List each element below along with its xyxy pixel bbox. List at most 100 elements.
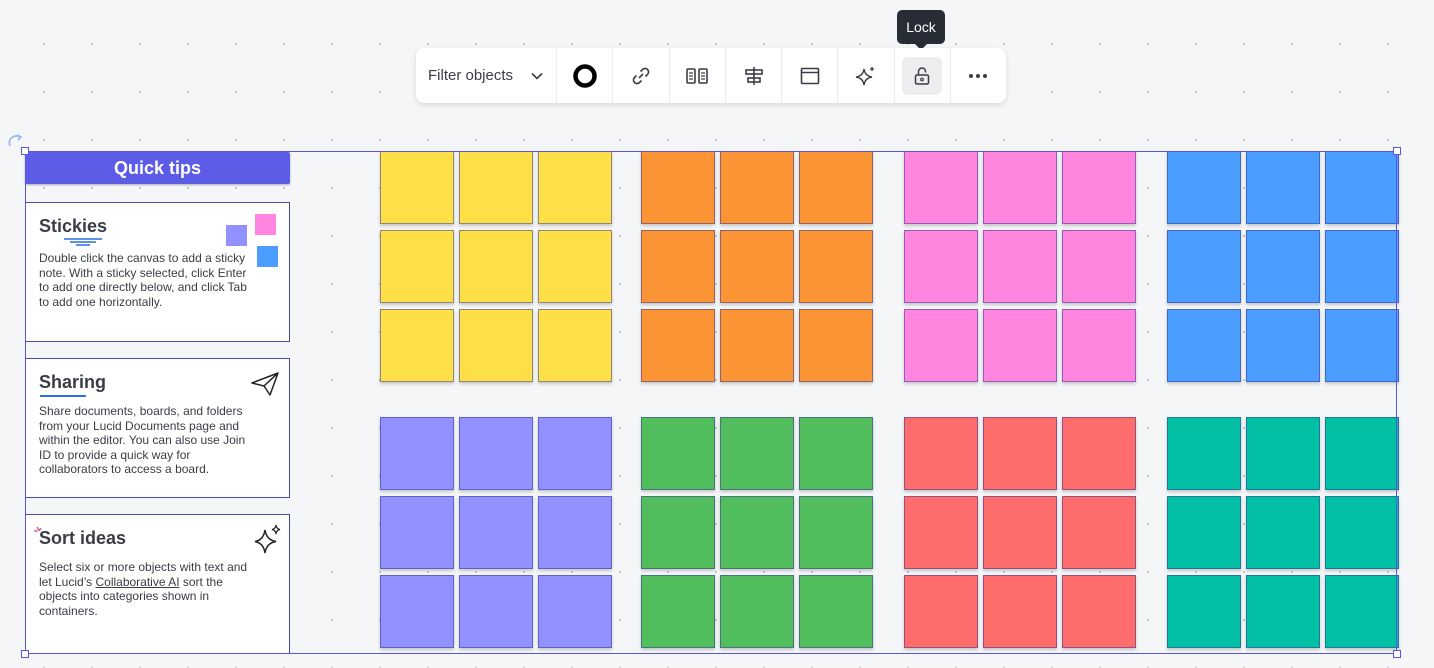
- sticky-note[interactable]: [1167, 417, 1241, 490]
- sticky-note[interactable]: [538, 417, 612, 490]
- sticky-note[interactable]: [1246, 575, 1320, 648]
- collaborative-ai-link[interactable]: Collaborative AI: [95, 575, 179, 589]
- sticky-note[interactable]: [720, 417, 794, 490]
- unlock-icon: [914, 66, 930, 85]
- sticky-note[interactable]: [799, 230, 873, 303]
- resize-handle-bottom-left[interactable]: [21, 650, 29, 658]
- sticky-note[interactable]: [1325, 496, 1399, 569]
- sticky-note[interactable]: [983, 417, 1057, 490]
- sticky-note[interactable]: [380, 417, 454, 490]
- sticky-note[interactable]: [1246, 230, 1320, 303]
- sticky-note[interactable]: [1167, 230, 1241, 303]
- sticky-note[interactable]: [904, 417, 978, 490]
- sticky-note[interactable]: [720, 309, 794, 382]
- sticky-note[interactable]: [720, 575, 794, 648]
- sticky-note[interactable]: [1062, 575, 1136, 648]
- sticky-note[interactable]: [1062, 496, 1136, 569]
- sticky-note[interactable]: [641, 309, 715, 382]
- quick-tips-header[interactable]: Quick tips: [25, 152, 290, 184]
- sticky-note[interactable]: [799, 309, 873, 382]
- sticky-note[interactable]: [1325, 151, 1399, 224]
- sticky-note[interactable]: [1325, 417, 1399, 490]
- sticky-note[interactable]: [1167, 575, 1241, 648]
- sticky-note[interactable]: [538, 496, 612, 569]
- tip-card-sharing[interactable]: Sharing Share documents, boards, and fol…: [25, 358, 290, 498]
- sticky-note[interactable]: [459, 417, 533, 490]
- filter-objects-dropdown[interactable]: Filter objects: [416, 48, 558, 103]
- sticky-note[interactable]: [641, 151, 715, 224]
- distribute-columns-button[interactable]: [670, 48, 726, 103]
- sticky-note[interactable]: [904, 151, 978, 224]
- sticky-note[interactable]: [1325, 309, 1399, 382]
- chevron-down-icon: [531, 72, 543, 80]
- sticky-note[interactable]: [1246, 151, 1320, 224]
- sticky-note[interactable]: [799, 575, 873, 648]
- sticky-note[interactable]: [983, 575, 1057, 648]
- sticky-note[interactable]: [459, 309, 533, 382]
- tip-card-stickies[interactable]: Stickies Double click the canvas to add …: [25, 202, 290, 342]
- sticky-note[interactable]: [538, 575, 612, 648]
- sticky-note[interactable]: [720, 230, 794, 303]
- sticky-note[interactable]: [1325, 230, 1399, 303]
- sticky-note[interactable]: [904, 575, 978, 648]
- sticky-note[interactable]: [1167, 496, 1241, 569]
- resize-handle-top-left[interactable]: [21, 147, 29, 155]
- sticky-note[interactable]: [799, 417, 873, 490]
- lock-button[interactable]: [895, 48, 951, 103]
- sticky-note[interactable]: [720, 496, 794, 569]
- sticky-purple-icon: [226, 225, 247, 246]
- sticky-note[interactable]: [720, 151, 794, 224]
- sticky-note[interactable]: [983, 230, 1057, 303]
- link-button[interactable]: [613, 48, 670, 103]
- border-style-button[interactable]: [557, 48, 614, 103]
- tip-title-sharing: Sharing: [39, 372, 107, 392]
- sticky-note[interactable]: [1246, 496, 1320, 569]
- sticky-note[interactable]: [1246, 309, 1320, 382]
- tip-card-sort-ideas[interactable]: Sort ideas Select six or more objects wi…: [25, 514, 290, 654]
- sticky-note[interactable]: [641, 230, 715, 303]
- sticky-note[interactable]: [1167, 309, 1241, 382]
- sticky-note[interactable]: [380, 151, 454, 224]
- sticky-note[interactable]: [1062, 151, 1136, 224]
- tip-title-sort-ideas: Sort ideas: [39, 528, 127, 548]
- sticky-note[interactable]: [1062, 309, 1136, 382]
- resize-handle-bottom-right[interactable]: [1393, 650, 1401, 658]
- sticky-note[interactable]: [983, 309, 1057, 382]
- sticky-note[interactable]: [1246, 417, 1320, 490]
- more-button[interactable]: [951, 48, 1006, 103]
- sticky-note[interactable]: [538, 230, 612, 303]
- sticky-note[interactable]: [983, 496, 1057, 569]
- container-button[interactable]: [782, 48, 839, 103]
- sticky-note[interactable]: [538, 151, 612, 224]
- sticky-note[interactable]: [1062, 230, 1136, 303]
- distribute-rows-button[interactable]: [726, 48, 783, 103]
- sticky-note[interactable]: [380, 575, 454, 648]
- sticky-note[interactable]: [983, 151, 1057, 224]
- sticky-note[interactable]: [904, 230, 978, 303]
- sticky-note[interactable]: [380, 230, 454, 303]
- resize-handle-top-right[interactable]: [1393, 147, 1401, 155]
- link-icon: [632, 67, 650, 84]
- sticky-note[interactable]: [1167, 151, 1241, 224]
- ai-sparkle-button[interactable]: [838, 48, 895, 103]
- sticky-note[interactable]: [641, 575, 715, 648]
- sticky-note[interactable]: [380, 496, 454, 569]
- sticky-note[interactable]: [459, 496, 533, 569]
- tip-desc-sort-ideas: Select six or more objects with text and…: [39, 560, 249, 618]
- sticky-note[interactable]: [904, 496, 978, 569]
- sticky-note[interactable]: [1062, 417, 1136, 490]
- sparkle-icon: [254, 524, 281, 554]
- paper-plane-icon: [251, 372, 279, 396]
- sticky-note[interactable]: [904, 309, 978, 382]
- sticky-blue-icon: [257, 246, 278, 267]
- sticky-note[interactable]: [641, 417, 715, 490]
- sticky-note[interactable]: [1325, 575, 1399, 648]
- sticky-note[interactable]: [459, 230, 533, 303]
- sticky-note[interactable]: [459, 575, 533, 648]
- sticky-note[interactable]: [380, 309, 454, 382]
- sticky-note[interactable]: [799, 151, 873, 224]
- sticky-note[interactable]: [459, 151, 533, 224]
- sticky-note[interactable]: [799, 496, 873, 569]
- sticky-note[interactable]: [538, 309, 612, 382]
- sticky-note[interactable]: [641, 496, 715, 569]
